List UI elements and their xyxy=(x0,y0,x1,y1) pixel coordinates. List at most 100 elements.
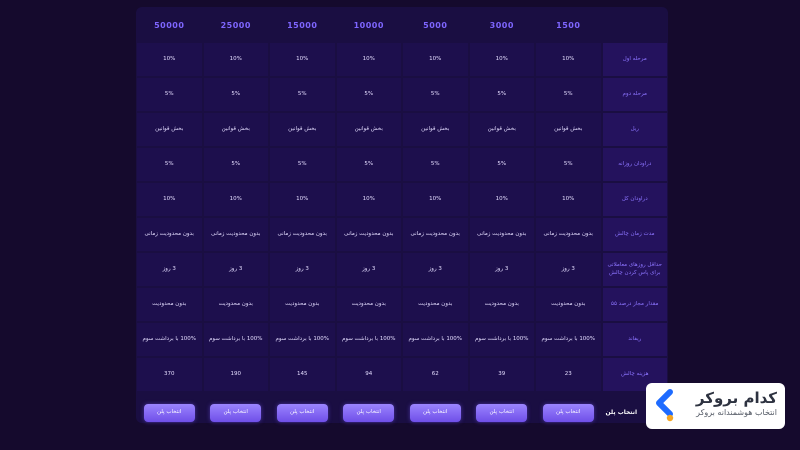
row-label: ریل xyxy=(602,113,667,146)
plan-header-4: 10000 xyxy=(353,20,384,30)
select-plan-button[interactable]: انتخاب پلن xyxy=(276,404,328,422)
table-cell: 100% با برداشت سوم xyxy=(336,323,401,356)
table-cell: 145 xyxy=(270,358,335,391)
table-cell: 10% xyxy=(336,183,401,216)
table-cell: 190 xyxy=(203,358,268,391)
table-cell: 10% xyxy=(403,43,468,76)
select-plan-button[interactable]: انتخاب پلن xyxy=(542,404,594,422)
select-plan-button[interactable]: انتخاب پلن xyxy=(210,404,262,422)
table-cell: 62 xyxy=(403,358,468,391)
table-cell: 10% xyxy=(536,183,601,216)
row-label: مقدار مجاز درصد ۵۵ xyxy=(602,288,667,321)
table-cell: بدون محدودیت زمانی xyxy=(270,218,335,251)
table-cell: 10% xyxy=(469,183,534,216)
table-cell: 5% xyxy=(203,148,268,181)
table-cell: بدون محدودیت زمانی xyxy=(137,218,202,251)
table-cell: 3 روز xyxy=(203,253,268,286)
footer-cell: انتخاب پلن xyxy=(204,393,269,433)
table-cell: بدون محدودیت xyxy=(536,288,601,321)
table-cell: 39 xyxy=(469,358,534,391)
brand-badge: کدام بروکر انتخاب هوشمندانه بروکر xyxy=(646,383,785,429)
plan-header-2: 3000 xyxy=(489,20,514,30)
row-label: مدت زمان چالش xyxy=(602,218,667,251)
table-cell: 94 xyxy=(336,358,401,391)
select-plan-button[interactable]: انتخاب پلن xyxy=(409,404,461,422)
plan-header-7: 50000 xyxy=(154,20,185,30)
table-cell: 5% xyxy=(336,148,401,181)
table-cell: 5% xyxy=(536,78,601,111)
table-cell: 23 xyxy=(536,358,601,391)
table-cell: بدون محدودیت زمانی xyxy=(203,218,268,251)
table-cell: بخش قوانین xyxy=(203,113,268,146)
table-cell: 3 روز xyxy=(469,253,534,286)
header-corner xyxy=(603,10,668,41)
table-cell: 10% xyxy=(336,43,401,76)
footer-cell: انتخاب پلن xyxy=(470,393,535,433)
table-cell: بدون محدودیت xyxy=(270,288,335,321)
table-cell: 10% xyxy=(137,43,202,76)
row-label: حداقل روزهای معاملاتی برای پاس کردن چالش xyxy=(602,253,667,286)
table-cell: 5% xyxy=(403,78,468,111)
table-cell: بخش قوانین xyxy=(137,113,202,146)
plan-header-5: 15000 xyxy=(287,20,318,30)
table-cell: 5% xyxy=(137,78,202,111)
row-label: ریفاند xyxy=(602,323,667,356)
row-label: مرحله اول xyxy=(602,43,667,76)
table-cell: بخش قوانین xyxy=(536,113,601,146)
table-cell: 100% با برداشت سوم xyxy=(536,323,601,356)
table-cell: 5% xyxy=(137,148,202,181)
brand-name: کدام بروکر xyxy=(695,389,777,407)
table-cell: 10% xyxy=(203,183,268,216)
select-plan-button[interactable]: انتخاب پلن xyxy=(476,404,528,422)
plan-header-1: 1500 xyxy=(556,20,581,30)
select-plan-button[interactable]: انتخاب پلن xyxy=(143,404,195,422)
table-cell: 3 روز xyxy=(336,253,401,286)
table-cell: 3 روز xyxy=(536,253,601,286)
table-cell: 10% xyxy=(203,43,268,76)
plan-grid: 50000 25000 15000 10000 5000 3000 1500 10% 10% 10… xyxy=(136,7,668,433)
table-cell: 3 روز xyxy=(270,253,335,286)
table-cell: 10% xyxy=(536,43,601,76)
table-cell: 5% xyxy=(536,148,601,181)
table-cell: بدون محدودیت زمانی xyxy=(403,218,468,251)
table-cell: 3 روز xyxy=(403,253,468,286)
table-cell: 10% xyxy=(469,43,534,76)
plan-header-6: 25000 xyxy=(220,20,251,30)
table-cell: 100% با برداشت سوم xyxy=(270,323,335,356)
brand-text: کدام بروکر انتخاب هوشمندانه بروکر xyxy=(696,389,777,429)
chevron-left-logo-icon xyxy=(654,389,674,423)
table-cell: بخش قوانین xyxy=(336,113,401,146)
table-cell: بدون محدودیت xyxy=(469,288,534,321)
footer-cell: انتخاب پلن xyxy=(337,393,402,433)
page: 50000 25000 15000 10000 5000 3000 1500 10% 10% 10… xyxy=(0,0,800,450)
table-cell: 5% xyxy=(336,78,401,111)
table-cell: 10% xyxy=(270,183,335,216)
table-cell: 5% xyxy=(270,78,335,111)
table-cell: بدون محدودیت xyxy=(203,288,268,321)
row-label: مرحله دوم xyxy=(602,78,667,111)
row-label: دراودان کل xyxy=(602,183,667,216)
table-cell: 5% xyxy=(469,78,534,111)
table-cell: بدون محدودیت xyxy=(137,288,202,321)
table-cell: 100% با برداشت سوم xyxy=(203,323,268,356)
table-cell: 370 xyxy=(137,358,202,391)
row-label: دراودان روزانه xyxy=(602,148,667,181)
table-cell: 5% xyxy=(270,148,335,181)
table-cell: 10% xyxy=(137,183,202,216)
table-cell: 100% با برداشت سوم xyxy=(403,323,468,356)
table-cell: بدون محدودیت زمانی xyxy=(469,218,534,251)
plan-comparison-table: 50000 25000 15000 10000 5000 3000 1500 10% 10% 10… xyxy=(136,7,668,423)
footer-cell: انتخاب پلن xyxy=(137,393,202,433)
footer-cell: انتخاب پلن xyxy=(270,393,335,433)
table-cell: بدون محدودیت xyxy=(336,288,401,321)
table-cell: 10% xyxy=(270,43,335,76)
table-cell: بخش قوانین xyxy=(469,113,534,146)
table-cell: 100% با برداشت سوم xyxy=(137,323,202,356)
table-cell: بخش قوانین xyxy=(270,113,335,146)
footer-cell: انتخاب پلن xyxy=(403,393,468,433)
table-cell: بدون محدودیت زمانی xyxy=(336,218,401,251)
table-cell: بدون محدودیت xyxy=(403,288,468,321)
select-plan-button[interactable]: انتخاب پلن xyxy=(343,404,395,422)
table-cell: 5% xyxy=(469,148,534,181)
footer-cell: انتخاب پلن xyxy=(536,393,601,433)
